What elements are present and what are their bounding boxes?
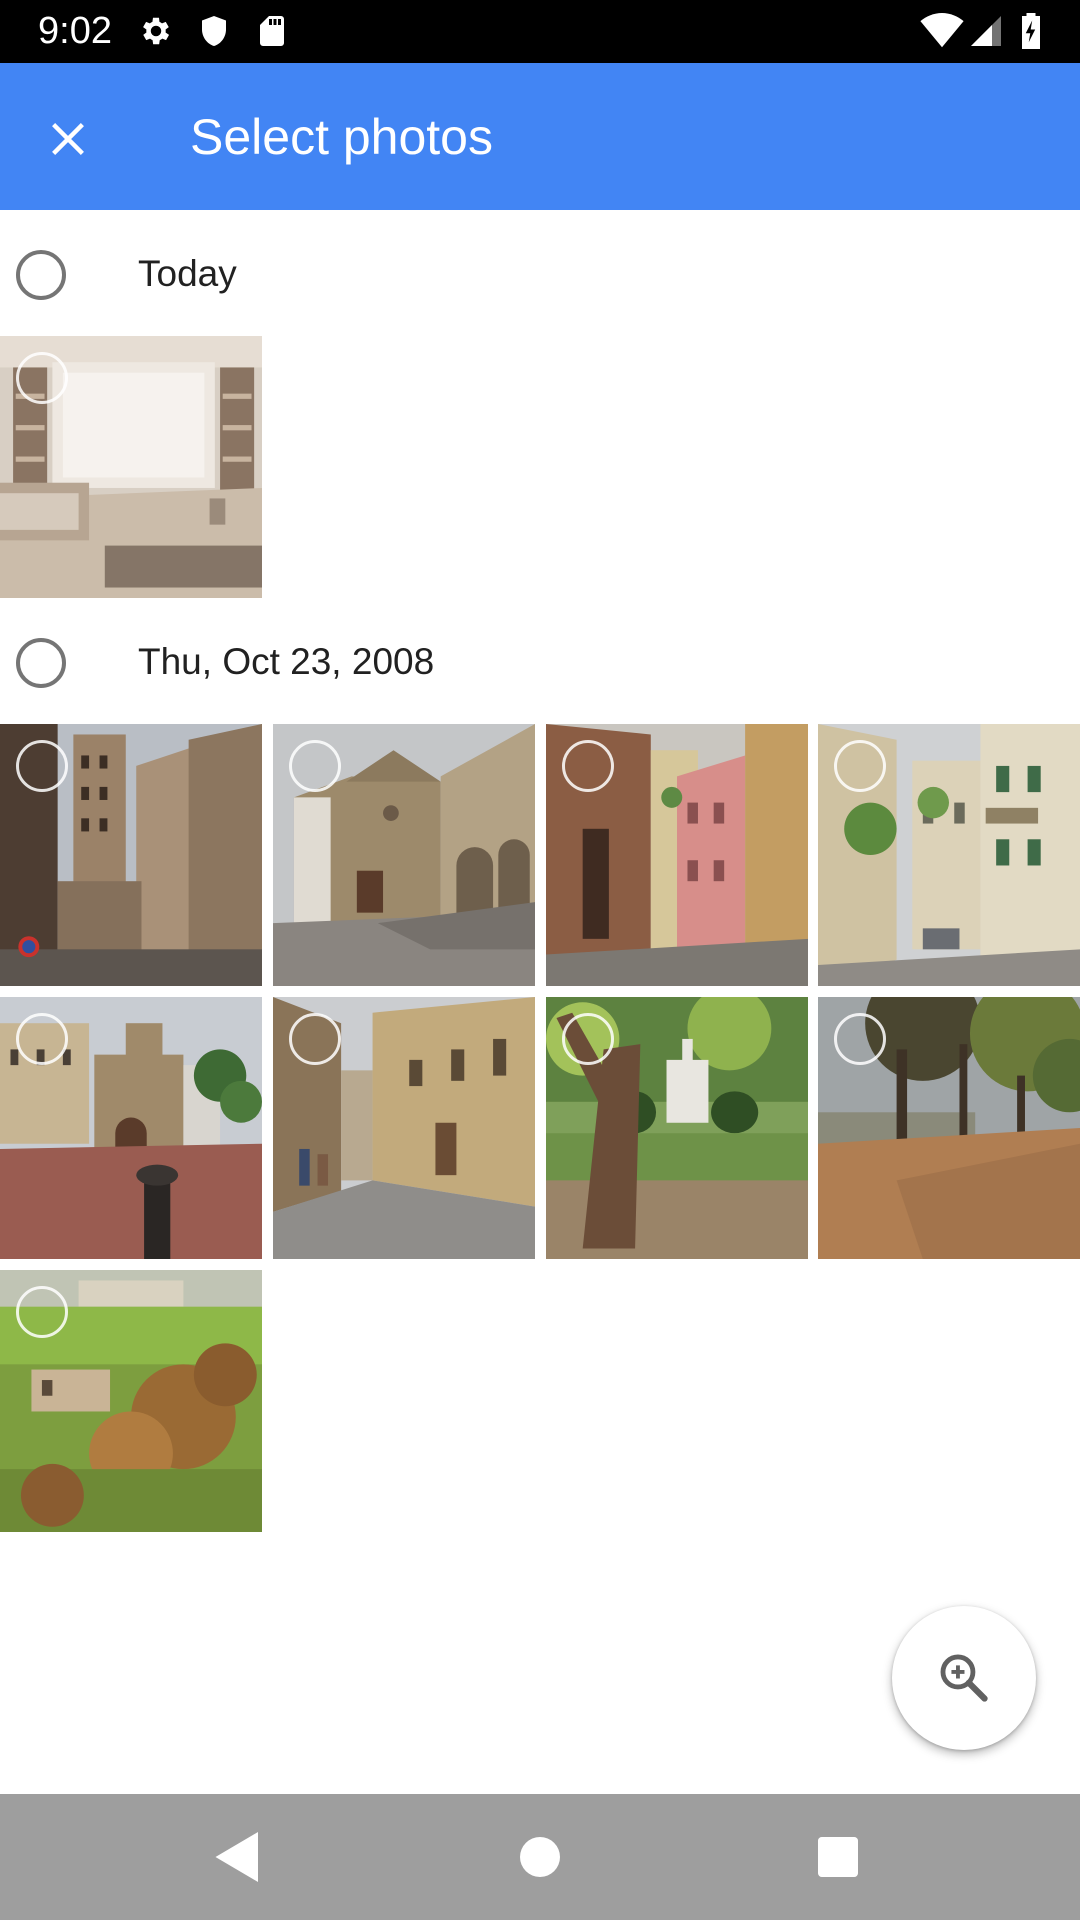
photo-select-checkbox[interactable] bbox=[289, 1013, 341, 1065]
sd-card-icon bbox=[254, 13, 290, 49]
zoom-in-icon bbox=[940, 1654, 988, 1702]
wifi-icon bbox=[920, 13, 964, 49]
photo-thumbnail[interactable] bbox=[0, 1270, 262, 1532]
photo-thumbnail[interactable] bbox=[273, 997, 535, 1259]
recents-button[interactable] bbox=[808, 1827, 868, 1887]
page-title: Select photos bbox=[190, 109, 493, 165]
photo-select-checkbox[interactable] bbox=[562, 740, 614, 792]
photo-thumbnail[interactable] bbox=[818, 724, 1080, 986]
app-bar: Select photos bbox=[0, 63, 1080, 210]
shield-icon bbox=[196, 13, 232, 49]
photo-select-checkbox[interactable] bbox=[16, 1013, 68, 1065]
photo-select-checkbox[interactable] bbox=[562, 1013, 614, 1065]
section-header-today: Today bbox=[0, 219, 1080, 325]
section-date-label: Thu, Oct 23, 2008 bbox=[138, 641, 435, 682]
photo-select-checkbox[interactable] bbox=[289, 740, 341, 792]
photo-picker-screen: 9:02 Select photos Today Thu, Oct 23, 20… bbox=[0, 0, 1080, 1920]
photo-thumbnail[interactable] bbox=[546, 997, 808, 1259]
gear-icon bbox=[138, 13, 174, 49]
battery-charging-icon bbox=[1016, 13, 1046, 49]
close-button[interactable] bbox=[28, 99, 108, 179]
photo-select-checkbox[interactable] bbox=[16, 352, 68, 404]
photo-thumbnail[interactable] bbox=[0, 336, 262, 598]
back-icon bbox=[215, 1832, 258, 1882]
photo-select-checkbox[interactable] bbox=[16, 1286, 68, 1338]
home-icon bbox=[520, 1837, 560, 1877]
recents-icon bbox=[818, 1837, 858, 1877]
home-button[interactable] bbox=[510, 1827, 570, 1887]
photo-select-checkbox[interactable] bbox=[834, 1013, 886, 1065]
section-date-label: Today bbox=[138, 253, 237, 294]
zoom-in-button[interactable] bbox=[892, 1606, 1036, 1750]
photo-thumbnail[interactable] bbox=[0, 997, 262, 1259]
photo-select-checkbox[interactable] bbox=[834, 740, 886, 792]
status-time: 9:02 bbox=[38, 10, 112, 52]
select-all-date-checkbox[interactable] bbox=[16, 638, 66, 688]
status-bar: 9:02 bbox=[0, 0, 1080, 63]
photo-thumbnail[interactable] bbox=[273, 724, 535, 986]
photo-thumbnail[interactable] bbox=[546, 724, 808, 986]
back-button[interactable] bbox=[208, 1827, 268, 1887]
photo-thumbnail[interactable] bbox=[0, 724, 262, 986]
photo-select-checkbox[interactable] bbox=[16, 740, 68, 792]
close-icon bbox=[52, 123, 84, 155]
section-header-oct-23-2008: Thu, Oct 23, 2008 bbox=[0, 607, 1080, 713]
photo-thumbnail[interactable] bbox=[818, 997, 1080, 1259]
cell-signal-icon bbox=[968, 13, 1004, 49]
select-all-today-checkbox[interactable] bbox=[16, 250, 66, 300]
navigation-bar bbox=[0, 1794, 1080, 1920]
